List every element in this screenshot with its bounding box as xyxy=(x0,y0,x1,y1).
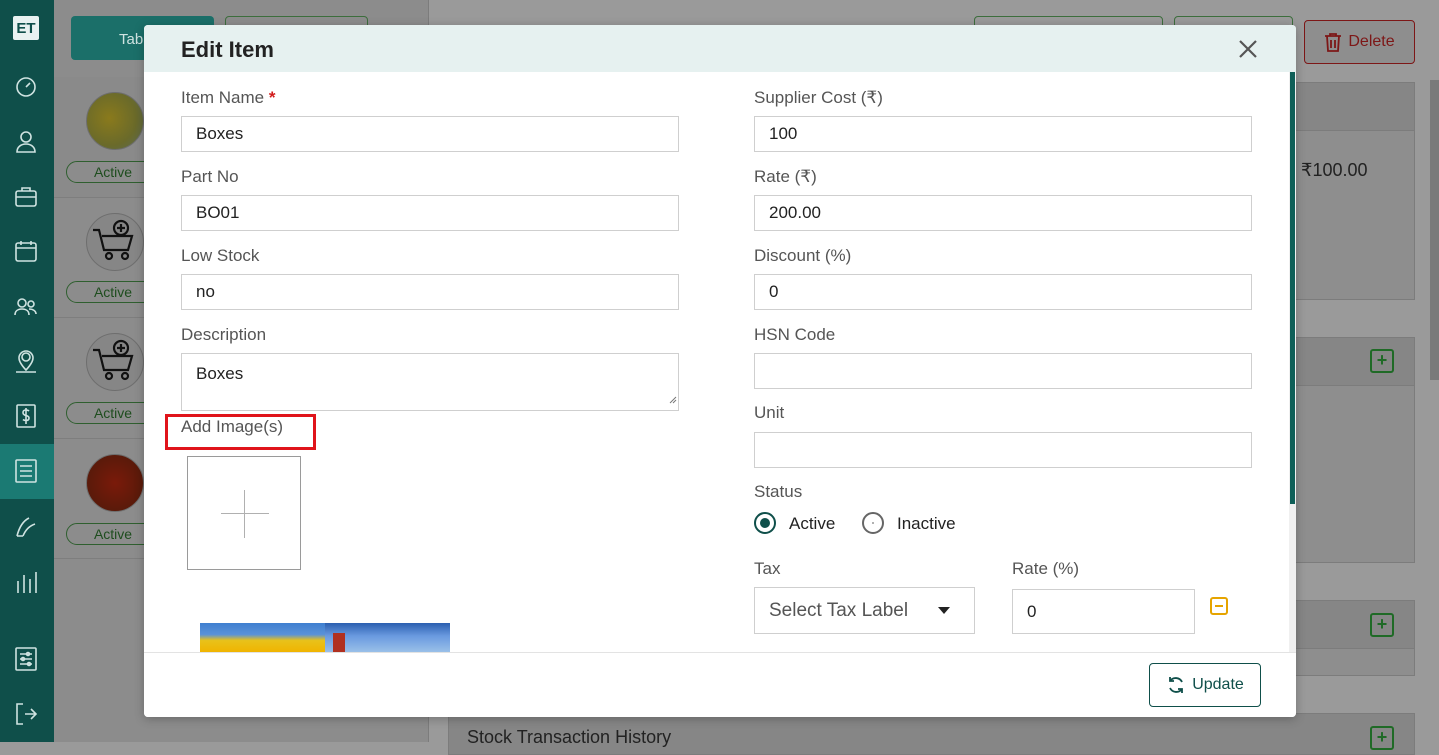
location-icon[interactable] xyxy=(13,348,39,374)
dashboard-icon[interactable] xyxy=(13,73,39,99)
low-stock-input[interactable] xyxy=(181,274,679,310)
required-mark: * xyxy=(268,88,276,107)
add-image-button[interactable] xyxy=(187,456,301,570)
item-avatar xyxy=(86,92,144,150)
feather-icon[interactable] xyxy=(13,514,39,540)
status-inactive-radio[interactable] xyxy=(862,512,884,534)
tax-rate-label: Rate (%) xyxy=(1012,559,1080,578)
image-thumbnail[interactable] xyxy=(200,623,325,652)
tax-select-value: Select Tax Label xyxy=(769,599,909,621)
add-section-icon[interactable]: + xyxy=(1370,349,1394,373)
part-no-label: Part No xyxy=(181,167,239,186)
modal-scrollbar-thumb[interactable] xyxy=(1290,72,1295,504)
resize-grip-icon[interactable] xyxy=(669,396,677,404)
supplier-cost-input[interactable] xyxy=(754,116,1252,152)
stock-history-title: Stock Transaction History xyxy=(467,727,672,747)
user-icon[interactable] xyxy=(13,128,39,154)
discount-label: Discount (%) xyxy=(754,246,852,265)
delete-label: Delete xyxy=(1348,33,1395,50)
lighthouse-shape xyxy=(333,633,345,652)
rate-input[interactable] xyxy=(754,195,1252,231)
tax-select[interactable]: Select Tax Label xyxy=(754,587,975,634)
tax-label: Tax xyxy=(754,559,781,578)
item-name-input[interactable] xyxy=(181,116,679,152)
update-label: Update xyxy=(1192,676,1244,693)
item-avatar xyxy=(86,454,144,512)
discount-input[interactable] xyxy=(754,274,1252,310)
close-icon[interactable] xyxy=(1236,37,1260,61)
caret-down-icon xyxy=(938,607,950,614)
modal-title: Edit Item xyxy=(181,37,274,62)
detail-price: ₹100.00 xyxy=(1301,160,1368,180)
add-images-highlight xyxy=(165,414,316,450)
chart-bars-icon[interactable] xyxy=(13,569,39,595)
update-button[interactable]: Update xyxy=(1149,663,1261,707)
unit-label: Unit xyxy=(754,403,785,422)
edit-item-modal: Edit Item Item Name * Part No Low Stock … xyxy=(144,25,1296,717)
unit-input[interactable] xyxy=(754,432,1252,468)
modal-header: Edit Item xyxy=(144,25,1296,72)
cart-icon xyxy=(86,333,144,391)
status-active-label: Active xyxy=(789,514,836,533)
item-name-label: Item Name * xyxy=(181,88,276,108)
remove-tax-icon[interactable] xyxy=(1210,597,1228,615)
delete-button[interactable]: Delete xyxy=(1304,20,1415,64)
tax-rate-input[interactable] xyxy=(1012,589,1195,634)
status-label: Status xyxy=(754,482,803,501)
add-stock-transaction-icon[interactable]: + xyxy=(1370,726,1394,750)
add-section-icon[interactable]: + xyxy=(1370,613,1394,637)
calendar-icon[interactable] xyxy=(13,238,39,264)
trash-icon xyxy=(1325,33,1342,52)
sidebar: ET xyxy=(0,0,54,742)
dollar-icon[interactable] xyxy=(13,403,39,429)
low-stock-label: Low Stock xyxy=(181,246,260,265)
briefcase-icon[interactable] xyxy=(13,183,39,209)
rate-label: Rate (₹) xyxy=(754,167,817,186)
image-thumbnails xyxy=(200,623,450,652)
refresh-icon xyxy=(1169,677,1184,693)
item-name-label-text: Item Name xyxy=(181,88,265,107)
table-view-label: Tab xyxy=(119,31,144,48)
description-textarea[interactable]: Boxes xyxy=(181,353,679,411)
supplier-cost-label: Supplier Cost (₹) xyxy=(754,88,883,107)
status-inactive-label: Inactive xyxy=(897,514,956,533)
logout-icon[interactable] xyxy=(13,701,39,727)
part-no-input[interactable] xyxy=(181,195,679,231)
cart-icon xyxy=(86,213,144,271)
status-active-radio[interactable] xyxy=(754,512,776,534)
image-thumbnail[interactable] xyxy=(325,623,450,652)
modal-footer xyxy=(144,652,1296,717)
settings-sliders-icon[interactable] xyxy=(13,646,39,672)
page-scrollbar[interactable] xyxy=(1430,80,1439,380)
hsn-code-label: HSN Code xyxy=(754,325,836,344)
app-logo: ET xyxy=(13,16,39,40)
description-label: Description xyxy=(181,325,267,344)
plus-icon-v xyxy=(244,490,245,538)
users-icon[interactable] xyxy=(13,293,39,319)
hsn-code-input[interactable] xyxy=(754,353,1252,389)
list-icon[interactable] xyxy=(13,458,39,484)
plus-icon-h xyxy=(221,513,269,514)
